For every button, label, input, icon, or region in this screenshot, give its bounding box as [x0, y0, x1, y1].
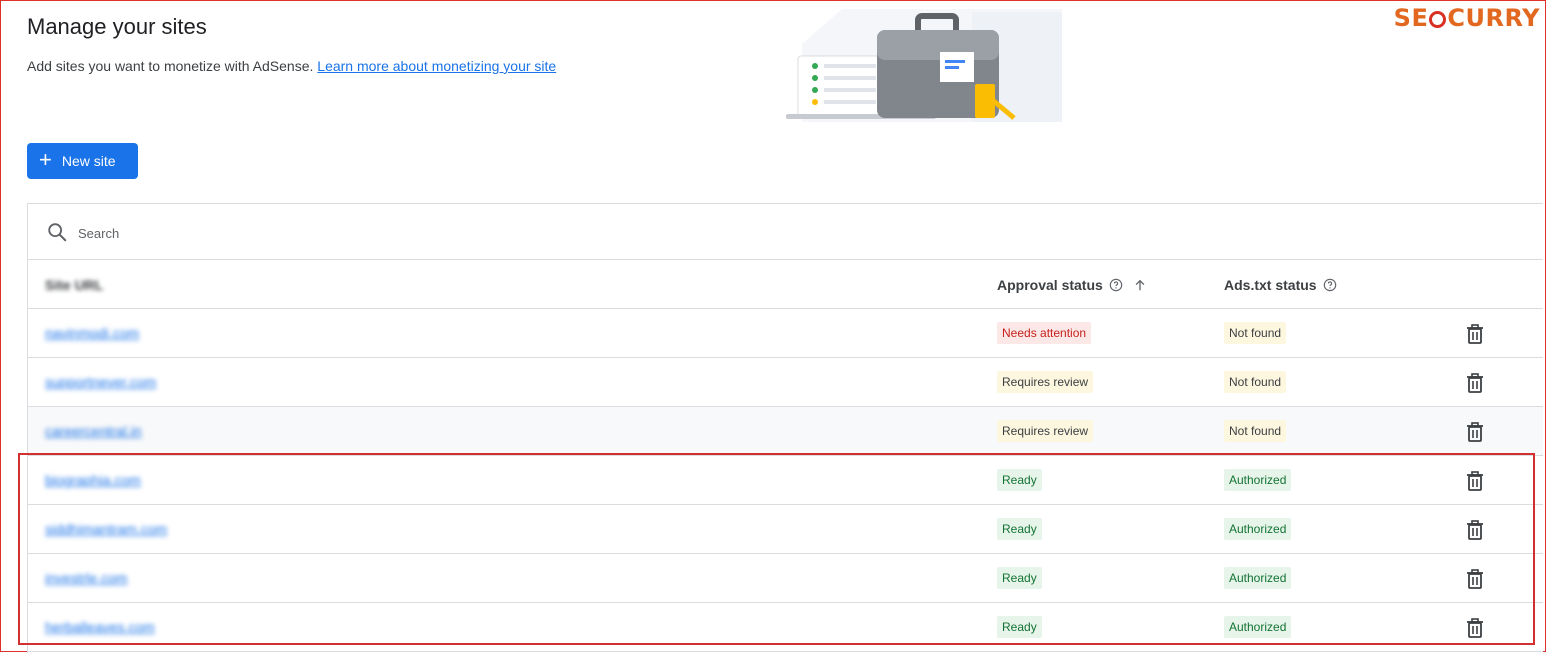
ads-txt-status-badge: Authorized	[1224, 567, 1292, 589]
briefcase-illustration	[786, 9, 1062, 122]
approval-status-badge: Ready	[997, 616, 1042, 638]
table-row: supportnever.com Requires review Not found	[28, 358, 1543, 407]
column-ads-txt-status[interactable]: Ads.txt status	[1224, 277, 1337, 293]
page-subtitle: Add sites you want to monetize with AdSe…	[27, 58, 556, 74]
site-url-link[interactable]: siddhimantram.com	[45, 521, 167, 537]
site-url-link[interactable]: careercentral.in	[45, 423, 142, 439]
approval-status-badge: Requires review	[997, 420, 1094, 442]
ads-txt-status-badge: Authorized	[1224, 518, 1292, 540]
help-circle-icon[interactable]	[1323, 278, 1337, 292]
column-approval-status[interactable]: Approval status	[997, 277, 1147, 293]
approval-status-badge: Ready	[997, 567, 1042, 589]
plus-icon: +	[39, 147, 52, 172]
site-url-link[interactable]: supportnever.com	[45, 374, 156, 390]
trash-icon[interactable]	[1465, 323, 1485, 345]
site-url-link[interactable]: navinmodi.com	[45, 325, 139, 341]
approval-status-badge: Requires review	[997, 371, 1094, 393]
ads-txt-status-badge: Not found	[1224, 371, 1287, 393]
trash-icon[interactable]	[1465, 421, 1485, 443]
arrow-up-icon[interactable]	[1133, 278, 1147, 292]
site-url-link[interactable]: herballeaves.com	[45, 619, 155, 635]
logo-o-mark	[1429, 11, 1447, 28]
search-bar	[28, 204, 1543, 260]
search-icon	[48, 223, 67, 242]
trash-icon[interactable]	[1465, 617, 1485, 639]
help-circle-icon[interactable]	[1109, 278, 1123, 292]
sites-table: Site URL Approval status Ads.txt status …	[27, 203, 1543, 653]
site-url-link[interactable]: investrle.com	[45, 570, 127, 586]
site-url-link[interactable]: biographia.com	[45, 472, 141, 488]
logo-text-right: CURRY	[1447, 4, 1540, 32]
new-site-label: New site	[61, 153, 116, 169]
table-row: careercentral.in Requires review Not found	[28, 407, 1543, 456]
ads-txt-status-badge: Not found	[1224, 420, 1287, 442]
table-row: herballeaves.com Ready Authorized	[28, 603, 1543, 652]
ads-txt-status-badge: Not found	[1224, 322, 1287, 344]
approval-status-badge: Ready	[997, 518, 1042, 540]
table-row: navinmodi.com Needs attention Not found	[28, 309, 1543, 358]
search-input[interactable]	[76, 220, 680, 246]
trash-icon[interactable]	[1465, 568, 1485, 590]
column-site-url[interactable]: Site URL	[45, 277, 103, 293]
trash-icon[interactable]	[1465, 519, 1485, 541]
table-header: Site URL Approval status Ads.txt status	[28, 260, 1543, 309]
table-row: biographia.com Ready Authorized	[28, 456, 1543, 505]
new-site-button[interactable]: + New site	[27, 143, 138, 179]
subtitle-text: Add sites you want to monetize with AdSe…	[27, 58, 314, 74]
table-row: siddhimantram.com Ready Authorized	[28, 505, 1543, 554]
trash-icon[interactable]	[1465, 470, 1485, 492]
ads-txt-status-badge: Authorized	[1224, 469, 1292, 491]
seo-curry-logo: SE CURRY	[1394, 4, 1540, 32]
logo-text-left: SE	[1393, 4, 1429, 32]
column-ads-txt-label: Ads.txt status	[1224, 277, 1317, 293]
approval-status-badge: Ready	[997, 469, 1042, 491]
approval-status-badge: Needs attention	[997, 322, 1092, 344]
column-approval-label: Approval status	[997, 277, 1103, 293]
page-title: Manage your sites	[27, 14, 207, 39]
column-site-url-label: Site URL	[45, 277, 104, 293]
trash-icon[interactable]	[1465, 372, 1485, 394]
table-row: investrle.com Ready Authorized	[28, 554, 1543, 603]
learn-more-link[interactable]: Learn more about monetizing your site	[317, 58, 556, 74]
ads-txt-status-badge: Authorized	[1224, 616, 1292, 638]
